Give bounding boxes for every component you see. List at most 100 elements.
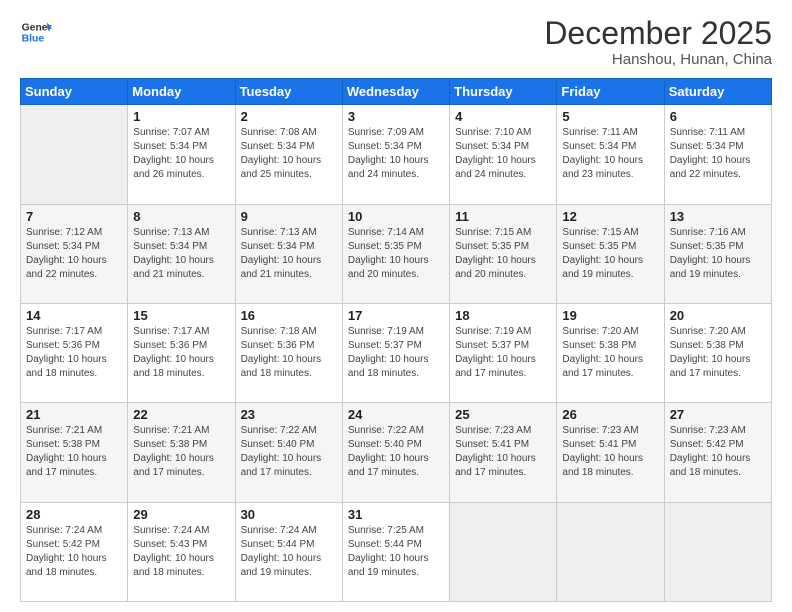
day-cell xyxy=(21,105,128,204)
day-info: Sunrise: 7:24 AMSunset: 5:44 PMDaylight:… xyxy=(241,524,337,580)
day-info: Sunrise: 7:24 AMSunset: 5:42 PMDaylight:… xyxy=(26,524,122,580)
day-number: 13 xyxy=(670,209,766,224)
day-cell: 17 Sunrise: 7:19 AMSunset: 5:37 PMDayligh… xyxy=(342,303,449,402)
location: Hanshou, Hunan, China xyxy=(544,51,772,68)
day-info: Sunrise: 7:23 AMSunset: 5:41 PMDaylight:… xyxy=(455,424,551,480)
day-info: Sunrise: 7:08 AMSunset: 5:34 PMDaylight:… xyxy=(241,126,337,182)
day-number: 8 xyxy=(133,209,229,224)
day-info: Sunrise: 7:15 AMSunset: 5:35 PMDaylight:… xyxy=(455,226,551,282)
day-cell: 27 Sunrise: 7:23 AMSunset: 5:42 PMDayligh… xyxy=(664,403,771,502)
day-info: Sunrise: 7:07 AMSunset: 5:34 PMDaylight:… xyxy=(133,126,229,182)
day-info: Sunrise: 7:10 AMSunset: 5:34 PMDaylight:… xyxy=(455,126,551,182)
day-cell: 6 Sunrise: 7:11 AMSunset: 5:34 PMDaylight… xyxy=(664,105,771,204)
day-number: 26 xyxy=(562,407,658,422)
week-row-1: 7Sunrise: 7:12 AMSunset: 5:34 PMDaylight… xyxy=(21,204,772,303)
day-cell: 14 Sunrise: 7:17 AMSunset: 5:36 PMDayligh… xyxy=(21,303,128,402)
col-header-tuesday: Tuesday xyxy=(235,79,342,105)
day-info: Sunrise: 7:11 AMSunset: 5:34 PMDaylight:… xyxy=(562,126,658,182)
col-header-saturday: Saturday xyxy=(664,79,771,105)
day-number: 24 xyxy=(348,407,444,422)
week-row-0: 1 Sunrise: 7:07 AMSunset: 5:34 PMDaylight… xyxy=(21,105,772,204)
month-title: December 2025 xyxy=(544,16,772,51)
day-number: 20 xyxy=(670,308,766,323)
day-cell: 30 Sunrise: 7:24 AMSunset: 5:44 PMDayligh… xyxy=(235,502,342,601)
day-cell xyxy=(450,502,557,601)
day-cell: 2 Sunrise: 7:08 AMSunset: 5:34 PMDaylight… xyxy=(235,105,342,204)
day-cell: 21Sunrise: 7:21 AMSunset: 5:38 PMDayligh… xyxy=(21,403,128,502)
day-number: 31 xyxy=(348,507,444,522)
day-info: Sunrise: 7:18 AMSunset: 5:36 PMDaylight:… xyxy=(241,325,337,381)
day-cell xyxy=(664,502,771,601)
day-number: 5 xyxy=(562,109,658,124)
day-info: Sunrise: 7:20 AMSunset: 5:38 PMDaylight:… xyxy=(670,325,766,381)
day-info: Sunrise: 7:21 AMSunset: 5:38 PMDaylight:… xyxy=(133,424,229,480)
day-number: 23 xyxy=(241,407,337,422)
title-block: December 2025 Hanshou, Hunan, China xyxy=(544,16,772,68)
day-info: Sunrise: 7:13 AMSunset: 5:34 PMDaylight:… xyxy=(133,226,229,282)
svg-text:Blue: Blue xyxy=(22,34,45,45)
day-cell: 26Sunrise: 7:23 AMSunset: 5:41 PMDayligh… xyxy=(557,403,664,502)
day-cell: 15Sunrise: 7:17 AMSunset: 5:36 PMDayligh… xyxy=(128,303,235,402)
day-number: 19 xyxy=(562,308,658,323)
calendar: SundayMondayTuesdayWednesdayThursdayFrid… xyxy=(20,78,772,602)
day-info: Sunrise: 7:19 AMSunset: 5:37 PMDaylight:… xyxy=(455,325,551,381)
day-info: Sunrise: 7:16 AMSunset: 5:35 PMDaylight:… xyxy=(670,226,766,282)
day-info: Sunrise: 7:23 AMSunset: 5:42 PMDaylight:… xyxy=(670,424,766,480)
day-number: 25 xyxy=(455,407,551,422)
col-header-thursday: Thursday xyxy=(450,79,557,105)
day-info: Sunrise: 7:22 AMSunset: 5:40 PMDaylight:… xyxy=(348,424,444,480)
day-cell: 13 Sunrise: 7:16 AMSunset: 5:35 PMDayligh… xyxy=(664,204,771,303)
day-info: Sunrise: 7:22 AMSunset: 5:40 PMDaylight:… xyxy=(241,424,337,480)
day-info: Sunrise: 7:15 AMSunset: 5:35 PMDaylight:… xyxy=(562,226,658,282)
week-row-2: 14 Sunrise: 7:17 AMSunset: 5:36 PMDayligh… xyxy=(21,303,772,402)
day-cell: 1 Sunrise: 7:07 AMSunset: 5:34 PMDaylight… xyxy=(128,105,235,204)
day-info: Sunrise: 7:21 AMSunset: 5:38 PMDaylight:… xyxy=(26,424,122,480)
day-number: 2 xyxy=(241,109,337,124)
day-cell xyxy=(557,502,664,601)
header: General Blue December 2025 Hanshou, Huna… xyxy=(20,16,772,68)
day-cell: 24 Sunrise: 7:22 AMSunset: 5:40 PMDayligh… xyxy=(342,403,449,502)
day-info: Sunrise: 7:24 AMSunset: 5:43 PMDaylight:… xyxy=(133,524,229,580)
day-number: 7 xyxy=(26,209,122,224)
day-info: Sunrise: 7:09 AMSunset: 5:34 PMDaylight:… xyxy=(348,126,444,182)
day-cell: 8 Sunrise: 7:13 AMSunset: 5:34 PMDaylight… xyxy=(128,204,235,303)
logo: General Blue xyxy=(20,16,52,48)
col-header-friday: Friday xyxy=(557,79,664,105)
day-cell: 12Sunrise: 7:15 AMSunset: 5:35 PMDayligh… xyxy=(557,204,664,303)
day-cell: 19Sunrise: 7:20 AMSunset: 5:38 PMDayligh… xyxy=(557,303,664,402)
day-number: 4 xyxy=(455,109,551,124)
day-number: 30 xyxy=(241,507,337,522)
week-row-4: 28Sunrise: 7:24 AMSunset: 5:42 PMDayligh… xyxy=(21,502,772,601)
day-number: 16 xyxy=(241,308,337,323)
col-header-monday: Monday xyxy=(128,79,235,105)
day-number: 6 xyxy=(670,109,766,124)
day-cell: 23 Sunrise: 7:22 AMSunset: 5:40 PMDayligh… xyxy=(235,403,342,502)
day-number: 14 xyxy=(26,308,122,323)
day-number: 15 xyxy=(133,308,229,323)
day-number: 17 xyxy=(348,308,444,323)
day-cell: 11Sunrise: 7:15 AMSunset: 5:35 PMDayligh… xyxy=(450,204,557,303)
day-info: Sunrise: 7:19 AMSunset: 5:37 PMDaylight:… xyxy=(348,325,444,381)
day-info: Sunrise: 7:13 AMSunset: 5:34 PMDaylight:… xyxy=(241,226,337,282)
day-cell: 7Sunrise: 7:12 AMSunset: 5:34 PMDaylight… xyxy=(21,204,128,303)
day-info: Sunrise: 7:11 AMSunset: 5:34 PMDaylight:… xyxy=(670,126,766,182)
day-cell: 18 Sunrise: 7:19 AMSunset: 5:37 PMDayligh… xyxy=(450,303,557,402)
day-cell: 22 Sunrise: 7:21 AMSunset: 5:38 PMDayligh… xyxy=(128,403,235,502)
day-number: 10 xyxy=(348,209,444,224)
day-number: 18 xyxy=(455,308,551,323)
day-cell: 9 Sunrise: 7:13 AMSunset: 5:34 PMDaylight… xyxy=(235,204,342,303)
day-number: 22 xyxy=(133,407,229,422)
day-cell: 31Sunrise: 7:25 AMSunset: 5:44 PMDayligh… xyxy=(342,502,449,601)
day-number: 29 xyxy=(133,507,229,522)
day-info: Sunrise: 7:17 AMSunset: 5:36 PMDaylight:… xyxy=(26,325,122,381)
day-cell: 29 Sunrise: 7:24 AMSunset: 5:43 PMDayligh… xyxy=(128,502,235,601)
day-cell: 3Sunrise: 7:09 AMSunset: 5:34 PMDaylight… xyxy=(342,105,449,204)
day-cell: 20 Sunrise: 7:20 AMSunset: 5:38 PMDayligh… xyxy=(664,303,771,402)
day-number: 9 xyxy=(241,209,337,224)
day-number: 1 xyxy=(133,109,229,124)
day-cell: 25 Sunrise: 7:23 AMSunset: 5:41 PMDayligh… xyxy=(450,403,557,502)
day-info: Sunrise: 7:14 AMSunset: 5:35 PMDaylight:… xyxy=(348,226,444,282)
day-cell: 28Sunrise: 7:24 AMSunset: 5:42 PMDayligh… xyxy=(21,502,128,601)
calendar-header-row: SundayMondayTuesdayWednesdayThursdayFrid… xyxy=(21,79,772,105)
day-number: 27 xyxy=(670,407,766,422)
